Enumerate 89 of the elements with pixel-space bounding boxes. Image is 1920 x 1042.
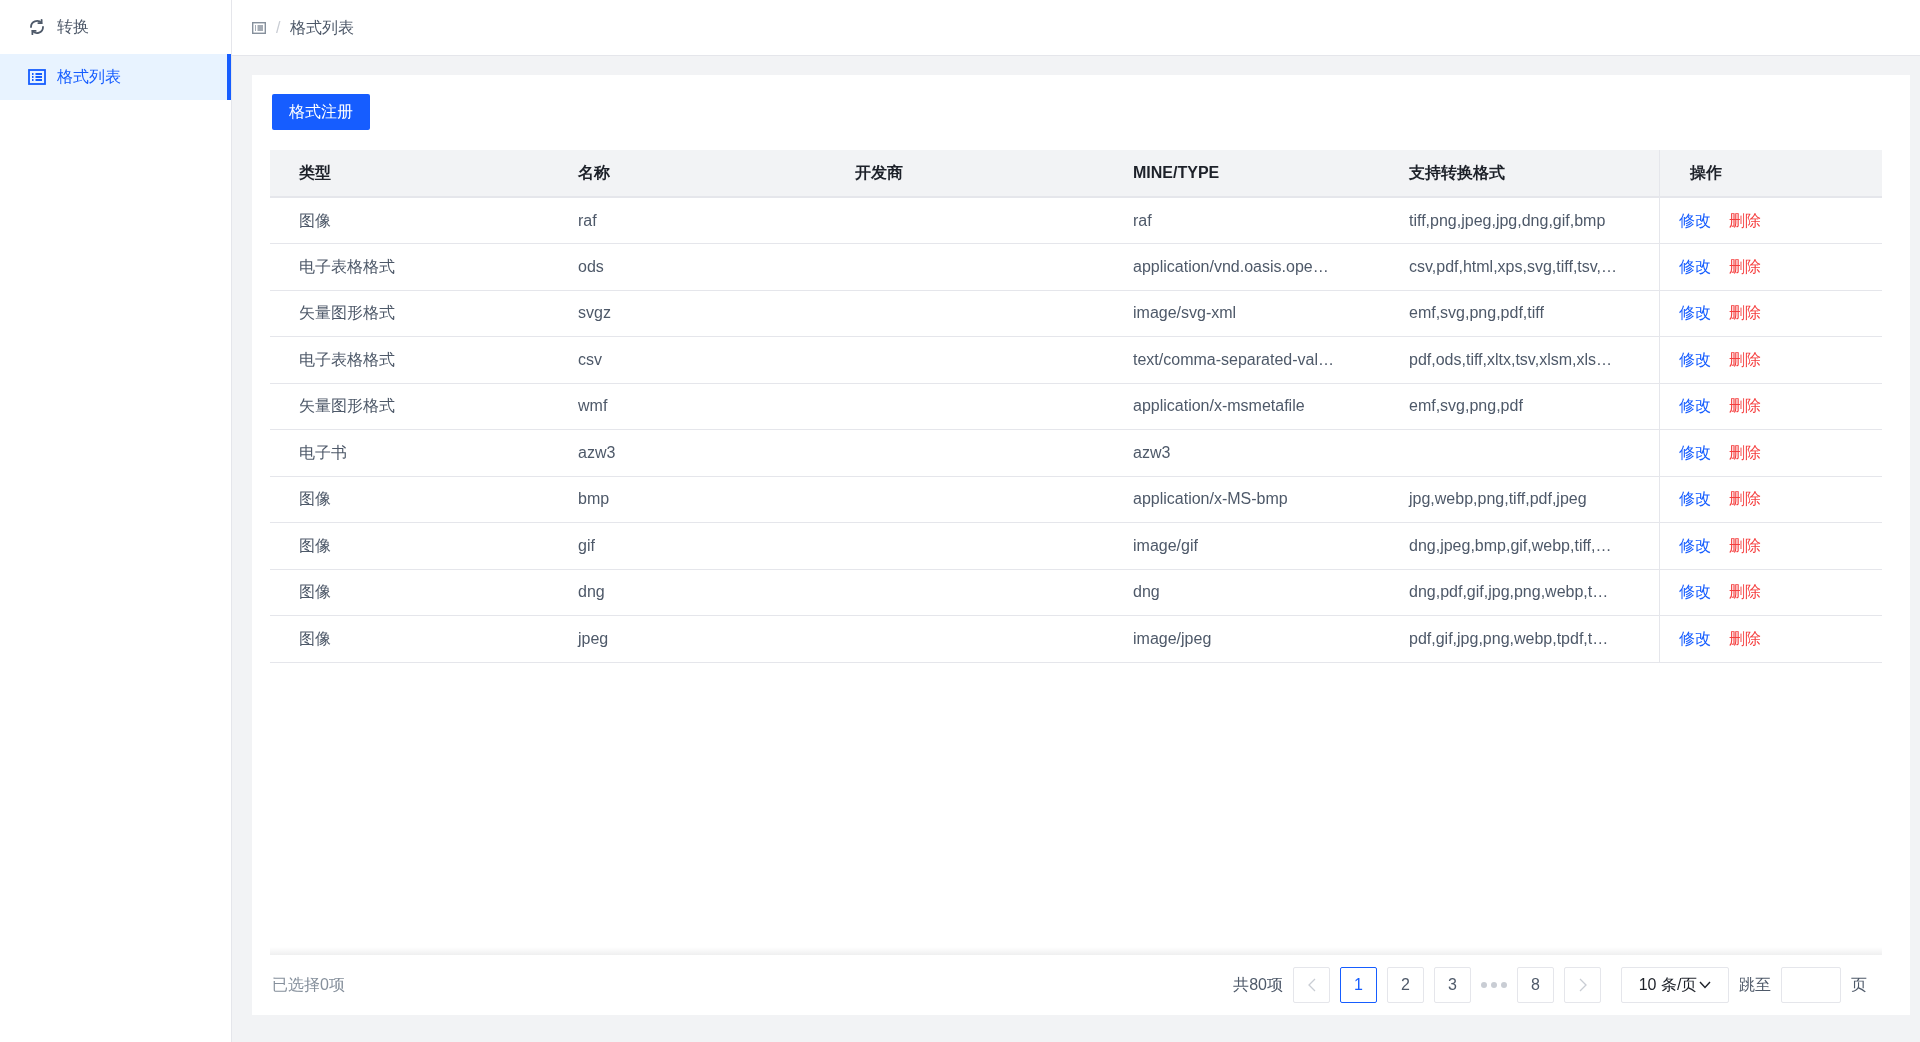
sidebar-item[interactable]: 格式列表 — [0, 54, 231, 100]
column-header: 支持转换格式 — [1380, 150, 1659, 197]
page-button[interactable]: 2 — [1387, 967, 1424, 1003]
table-cell: 电子表格格式 — [270, 243, 549, 290]
edit-link[interactable]: 修改 — [1678, 443, 1711, 461]
table-cell: 电子书 — [270, 429, 549, 476]
table-cell: raf — [549, 197, 826, 244]
edit-link[interactable]: 修改 — [1678, 304, 1711, 322]
delete-link[interactable]: 删除 — [1728, 397, 1761, 415]
table-cell: pdf,ods,tiff,xltx,tsv,xlsm,xls… — [1380, 336, 1659, 383]
page-button[interactable]: 3 — [1434, 967, 1471, 1003]
breadcrumb-separator: / — [276, 17, 281, 38]
delete-link[interactable]: 删除 — [1728, 629, 1761, 647]
jump-label: 跳至 — [1739, 975, 1771, 995]
table-cell: 图像 — [270, 522, 549, 569]
table-cell: csv,pdf,html,xps,svg,tiff,tsv,… — [1380, 243, 1659, 290]
table-cell: image/svg-xml — [1104, 290, 1380, 337]
edit-link[interactable]: 修改 — [1678, 583, 1711, 601]
ellipsis-icon — [1481, 982, 1507, 988]
table-cell: 矢量图形格式 — [270, 383, 549, 430]
table-cell: bmp — [549, 476, 826, 523]
edit-link[interactable]: 修改 — [1678, 211, 1711, 229]
edit-link[interactable]: 修改 — [1678, 629, 1711, 647]
table-cell: ods — [549, 243, 826, 290]
delete-link[interactable]: 删除 — [1728, 257, 1761, 275]
list-icon — [28, 69, 46, 85]
column-header: 开发商 — [826, 150, 1104, 197]
total-count: 共80项 — [1233, 975, 1283, 995]
sidebar-item[interactable]: 转换 — [0, 4, 231, 50]
table-cell: dng — [549, 569, 826, 616]
page-jump-input[interactable] — [1781, 967, 1841, 1003]
delete-link[interactable]: 删除 — [1728, 583, 1761, 601]
table-cell: pdf,gif,jpg,png,webp,tpdf,t… — [1380, 615, 1659, 662]
table-cell: gif — [549, 522, 826, 569]
page-button[interactable]: 8 — [1517, 967, 1554, 1003]
table-cell: jpg,webp,png,tiff,pdf,jpeg — [1380, 476, 1659, 523]
list-icon — [252, 21, 266, 34]
table-cell: svgz — [549, 290, 826, 337]
column-header: MINE/TYPE — [1104, 150, 1380, 197]
previous-page-button[interactable] — [1293, 967, 1330, 1003]
table-cell: application/vnd.oasis.ope… — [1104, 243, 1380, 290]
page-suffix: 页 — [1851, 975, 1867, 995]
table-cell: tiff,png,jpeg,jpg,dng,gif,bmp — [1380, 197, 1659, 244]
table-cell: azw3 — [1104, 429, 1380, 476]
breadcrumb-item: 格式列表 — [290, 17, 355, 38]
edit-link[interactable]: 修改 — [1678, 536, 1711, 554]
refresh-icon — [28, 18, 46, 36]
table-cell: azw3 — [549, 429, 826, 476]
table-cell: application/x-msmetafile — [1104, 383, 1380, 430]
table-cell: 图像 — [270, 569, 549, 616]
delete-link[interactable]: 删除 — [1728, 304, 1761, 322]
table-cell: 图像 — [270, 197, 549, 244]
table-cell: text/comma-separated-val… — [1104, 336, 1380, 383]
table-cell: 矢量图形格式 — [270, 290, 549, 337]
selection-count: 已选择0项 — [272, 975, 345, 995]
table-cell: image/gif — [1104, 522, 1380, 569]
page-button[interactable]: 1 — [1340, 967, 1377, 1003]
table-cell: wmf — [549, 383, 826, 430]
table-cell: image/jpeg — [1104, 615, 1380, 662]
edit-link[interactable]: 修改 — [1678, 397, 1711, 415]
table-cell: dng — [1104, 569, 1380, 616]
delete-link[interactable]: 删除 — [1728, 536, 1761, 554]
table-cell: dng,jpeg,bmp,gif,webp,tiff,… — [1380, 522, 1659, 569]
table-cell: emf,svg,png,pdf,tiff — [1380, 290, 1659, 337]
page-size-select[interactable]: 10 条/页 — [1621, 967, 1729, 1003]
table-cell: emf,svg,png,pdf — [1380, 383, 1659, 430]
edit-link[interactable]: 修改 — [1678, 350, 1711, 368]
delete-link[interactable]: 删除 — [1728, 211, 1761, 229]
table-cell: 电子表格格式 — [270, 336, 549, 383]
table-cell: dng,pdf,gif,jpg,png,webp,t… — [1380, 569, 1659, 616]
delete-link[interactable]: 删除 — [1728, 443, 1761, 461]
table-cell: jpeg — [549, 615, 826, 662]
edit-link[interactable]: 修改 — [1678, 490, 1711, 508]
column-header: 类型 — [270, 150, 549, 197]
next-page-button[interactable] — [1564, 967, 1601, 1003]
chevron-left-icon — [1307, 978, 1316, 992]
column-header: 名称 — [549, 150, 826, 197]
table-cell: raf — [1104, 197, 1380, 244]
table-cell: csv — [549, 336, 826, 383]
delete-link[interactable]: 删除 — [1728, 350, 1761, 368]
table-cell: 图像 — [270, 615, 549, 662]
chevron-down-icon — [1699, 981, 1712, 989]
table-cell: 图像 — [270, 476, 549, 523]
register-button[interactable]: 格式注册 — [272, 94, 370, 130]
column-header: 操作 — [1659, 150, 1882, 197]
table-cell: application/x-MS-bmp — [1104, 476, 1380, 523]
chevron-right-icon — [1578, 978, 1587, 992]
delete-link[interactable]: 删除 — [1728, 490, 1761, 508]
edit-link[interactable]: 修改 — [1678, 257, 1711, 275]
